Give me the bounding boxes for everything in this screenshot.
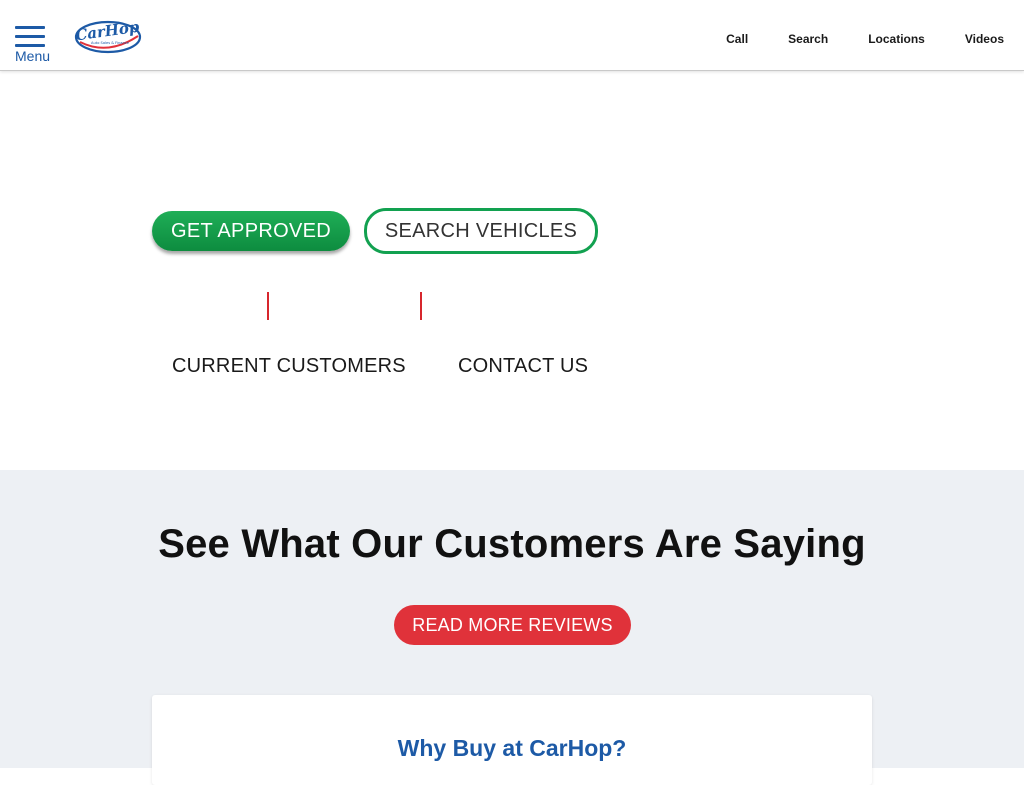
top-navigation: Call Search Locations Videos bbox=[686, 32, 1004, 46]
site-header: Menu CarHop Auto Sales & Finance Call Se… bbox=[0, 0, 1024, 71]
why-buy-heading: Why Buy at CarHop? bbox=[397, 735, 627, 761]
get-approved-button[interactable]: GET APPROVED bbox=[152, 211, 350, 251]
read-more-reviews-button[interactable]: READ MORE REVIEWS bbox=[394, 605, 631, 645]
search-vehicles-button[interactable]: SEARCH VEHICLES bbox=[364, 208, 598, 254]
nav-videos[interactable]: Videos bbox=[965, 32, 1004, 46]
nav-locations[interactable]: Locations bbox=[868, 32, 925, 46]
divider bbox=[267, 292, 269, 320]
current-customers-link[interactable]: CURRENT CUSTOMERS bbox=[172, 355, 406, 378]
carhop-logo[interactable]: CarHop Auto Sales & Finance bbox=[72, 12, 144, 58]
logo-tagline-text: Auto Sales & Finance bbox=[91, 41, 130, 45]
reviews-heading: See What Our Customers Are Saying bbox=[158, 522, 866, 566]
divider bbox=[420, 292, 422, 320]
reviews-section: See What Our Customers Are Saying READ M… bbox=[0, 470, 1024, 785]
hamburger-icon bbox=[15, 26, 45, 47]
contact-us-link[interactable]: CONTACT US bbox=[458, 355, 588, 378]
menu-button[interactable]: Menu bbox=[14, 24, 52, 66]
nav-call[interactable]: Call bbox=[726, 32, 748, 46]
nav-search[interactable]: Search bbox=[788, 32, 828, 46]
why-buy-card: Why Buy at CarHop? bbox=[152, 695, 872, 785]
menu-label: Menu bbox=[15, 48, 51, 64]
